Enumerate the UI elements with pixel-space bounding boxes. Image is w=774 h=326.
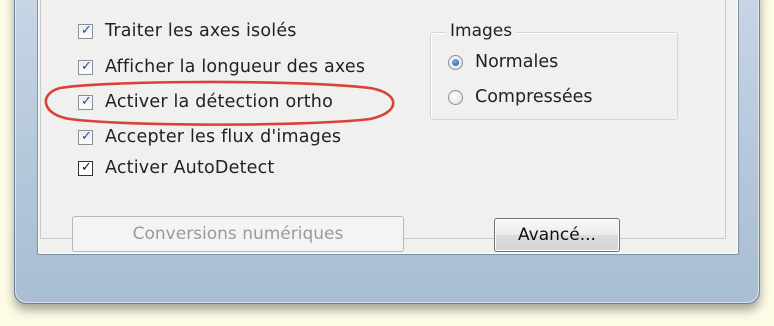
checkbox-activer-autodetect[interactable]: ✓ Activer AutoDetect <box>78 156 274 180</box>
radio-compressees[interactable]: Compressées <box>448 85 593 109</box>
checkbox-label: Traiter les axes isolés <box>105 21 297 41</box>
images-group-title: Images <box>446 21 517 41</box>
checkbox-afficher-longueur-axes[interactable]: ✓ Afficher la longueur des axes <box>78 55 365 79</box>
checkmark-icon: ✓ <box>81 93 93 109</box>
checkbox-label: Accepter les flux d'images <box>105 127 342 147</box>
checkbox-label: Afficher la longueur des axes <box>105 57 366 77</box>
avance-button[interactable]: Avancé... <box>494 218 620 252</box>
checkbox-label: Activer AutoDetect <box>105 158 275 178</box>
checkbox-label: Activer la détection ortho <box>105 92 334 112</box>
checkmark-icon: ✓ <box>81 159 93 175</box>
checkbox-icon[interactable]: ✓ <box>78 93 93 110</box>
checkbox-icon[interactable]: ✓ <box>78 58 93 75</box>
checkmark-icon: ✓ <box>81 128 93 144</box>
checkbox-activer-detection-ortho[interactable]: ✓ Activer la détection ortho <box>78 90 333 114</box>
checkbox-icon[interactable]: ✓ <box>78 22 93 39</box>
radio-label: Normales <box>475 52 559 72</box>
radio-selected-icon[interactable] <box>448 54 463 70</box>
checkbox-icon[interactable]: ✓ <box>78 128 93 145</box>
checkmark-icon: ✓ <box>81 22 93 38</box>
conversions-numeriques-button: Conversions numériques <box>72 216 404 252</box>
checkmark-icon: ✓ <box>81 58 93 74</box>
checkbox-traiter-axes-isoles[interactable]: ✓ Traiter les axes isolés <box>78 19 297 43</box>
checkbox-accepter-flux-images[interactable]: ✓ Accepter les flux d'images <box>78 125 341 149</box>
radio-label: Compressées <box>475 87 593 107</box>
radio-normales[interactable]: Normales <box>448 50 558 74</box>
checkbox-icon[interactable]: ✓ <box>78 159 93 176</box>
radio-unselected-icon[interactable] <box>448 89 463 105</box>
